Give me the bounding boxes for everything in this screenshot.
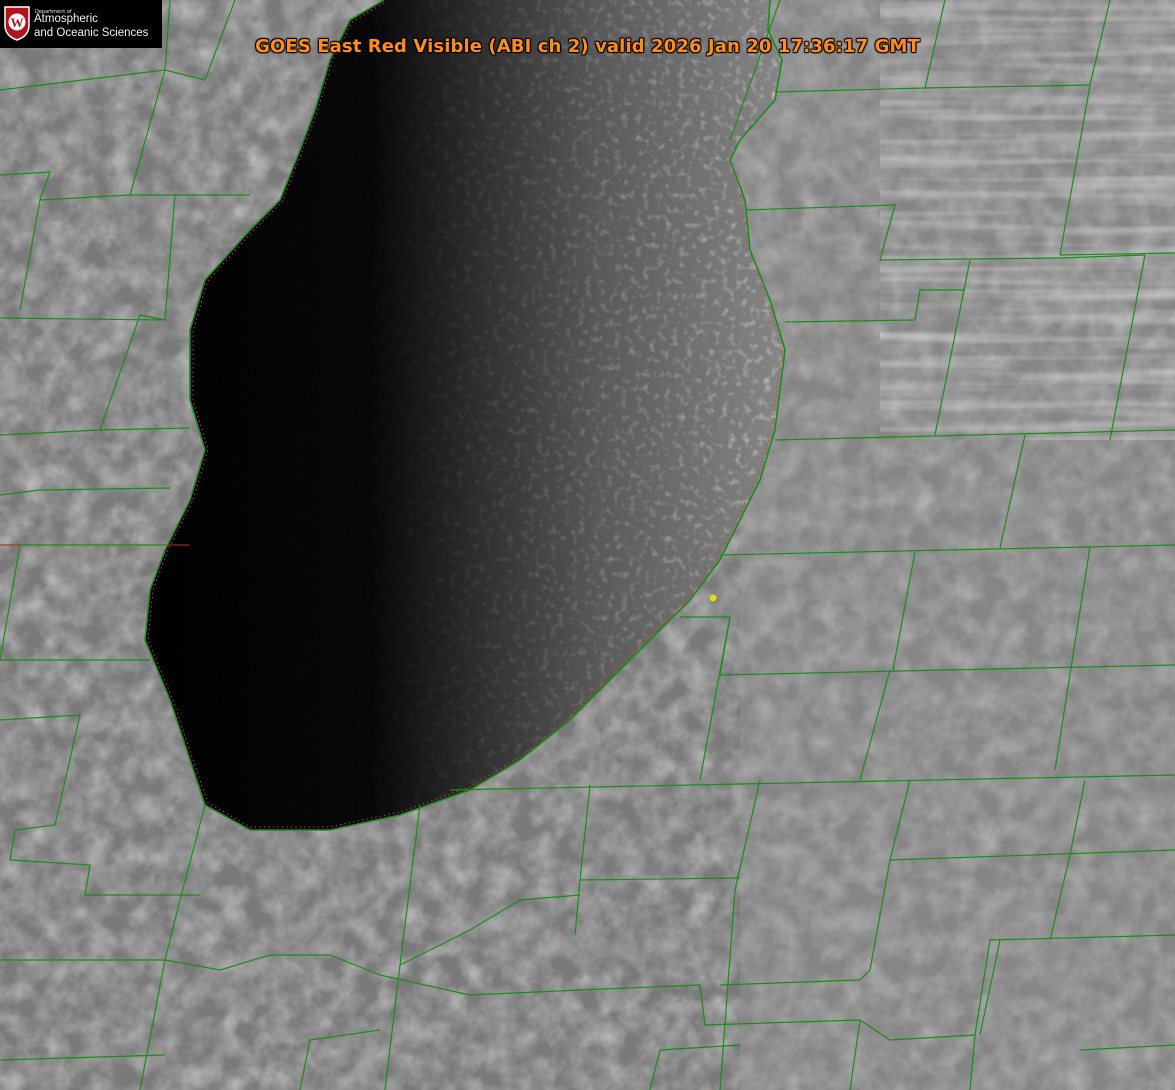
cloud-streaks [880,0,1175,440]
satellite-map [0,0,1175,1090]
image-title: GOES East Red Visible (ABI ch 2) valid 2… [255,36,920,57]
location-dot-icon [709,594,717,602]
logo-line-1: Atmospheric [34,13,98,25]
seal-letter: W [11,15,24,30]
